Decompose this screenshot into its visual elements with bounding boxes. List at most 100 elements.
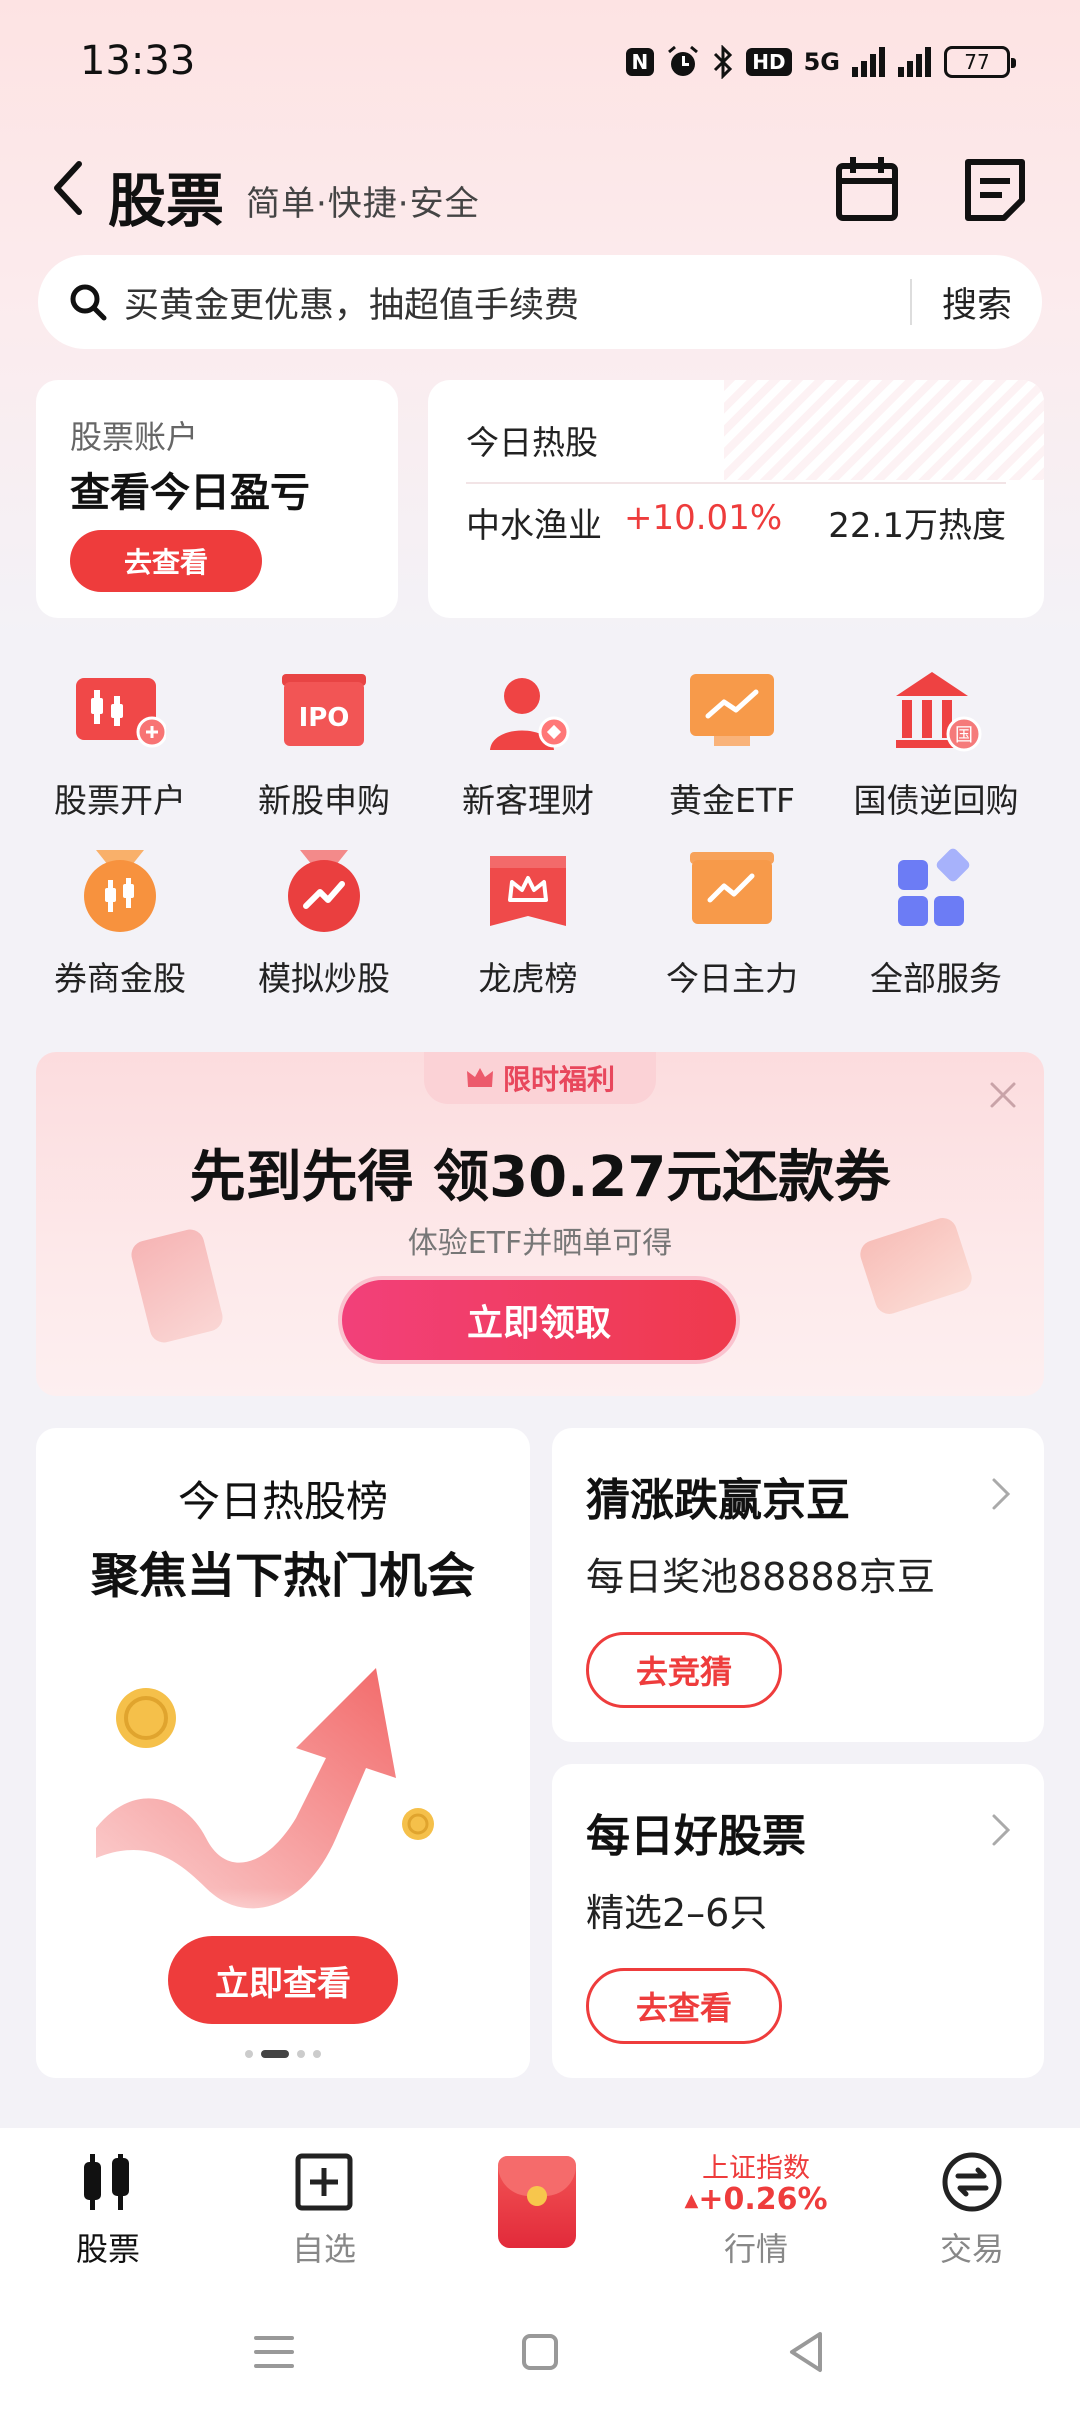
service-label: 新客理财 [462, 781, 594, 820]
add-box-icon [295, 2153, 353, 2211]
service-label: 龙虎榜 [478, 959, 578, 998]
hot-divider [466, 482, 1006, 484]
service-new-user[interactable]: 新客理财 [426, 660, 630, 830]
promo-banner[interactable]: 限时福利 先到先得 领30.27元还款券 体验ETF并晒单可得 立即领取 [36, 1052, 1044, 1396]
signal-icon [852, 47, 885, 77]
back-button[interactable] [42, 158, 92, 218]
service-label: 模拟炒股 [258, 959, 390, 998]
account-card[interactable]: 股票账户 查看今日盈亏 去查看 [36, 380, 398, 618]
main-force-icon [690, 852, 774, 924]
ipo-icon-text: IPO [299, 703, 350, 733]
system-nav-bar [0, 2292, 1080, 2412]
service-label: 股票开户 [54, 781, 186, 820]
promo-subtitle: 体验ETF并晒单可得 [407, 1226, 673, 1261]
chevron-right-icon [992, 1814, 1011, 1846]
hot-stock-change: +10.01% [624, 498, 783, 538]
note-icon [965, 159, 1025, 221]
account-label: 股票账户 [70, 418, 199, 456]
services-grid: 股票开户 IPO 新股申购 新客理财 黄金ETF 国 国债逆回购 券商金股 模拟… [18, 660, 1062, 1010]
guess-card[interactable]: 猜涨跌赢京豆 每日奖池88888京豆 去竞猜 [552, 1428, 1044, 1742]
gold-etf-icon [690, 674, 774, 746]
nav-red-packet[interactable] [432, 2128, 648, 2292]
ipo-icon: IPO [282, 674, 366, 746]
service-dragon-tiger[interactable]: 龙虎榜 [426, 838, 630, 1008]
search-button[interactable]: 搜索 [912, 277, 1042, 328]
exchange-icon [942, 2152, 1002, 2212]
daily-view-button[interactable]: 去查看 [586, 1968, 782, 2044]
stocks-icon [84, 2154, 129, 2210]
nav-label: 行情 [723, 2230, 788, 2268]
service-simulation[interactable]: 模拟炒股 [222, 838, 426, 1008]
close-icon[interactable] [986, 1078, 1020, 1112]
page-title: 股票 [108, 167, 225, 235]
page-header: 股票 简单·快捷·安全 [0, 140, 1080, 240]
nav-trade[interactable]: 交易 [864, 2128, 1080, 2292]
chevron-right-icon [992, 1478, 1011, 1510]
calendar-button[interactable] [834, 154, 900, 224]
nav-label: 自选 [291, 2230, 356, 2268]
service-gold-etf[interactable]: 黄金ETF [630, 660, 834, 830]
repo-icon-text: 国 [955, 725, 973, 746]
service-label: 国债逆回购 [853, 781, 1019, 820]
market-change-value: +0.26% [698, 2182, 828, 2217]
service-all[interactable]: 全部服务 [834, 838, 1038, 1008]
service-broker-gold[interactable]: 券商金股 [18, 838, 222, 1008]
view-now-button[interactable]: 立即查看 [168, 1936, 398, 2024]
up-arrow-icon: ▲ [684, 2190, 699, 2211]
search-icon [70, 284, 107, 321]
guess-button[interactable]: 去竞猜 [586, 1632, 782, 1708]
home-icon[interactable] [510, 2322, 570, 2382]
account-title: 查看今日盈亏 [70, 470, 310, 516]
status-time: 13:33 [80, 38, 196, 84]
nav-watchlist[interactable]: 自选 [216, 2128, 432, 2292]
network-type: 5G [803, 48, 840, 76]
red-packet-seal [527, 2186, 547, 2206]
search-bar[interactable]: 买黄金更优惠，抽超值手续费 搜索 [38, 255, 1042, 349]
account-open-icon [76, 678, 166, 748]
hot-stock-card[interactable]: 今日热股 中水渔业 +10.01% 22.1万热度 [428, 380, 1044, 618]
hot-stock-name: 中水渔业 [466, 506, 602, 546]
nav-label: 股票 [75, 2230, 140, 2268]
promo-title: 先到先得 领30.27元还款券 [189, 1145, 891, 1210]
service-repo[interactable]: 国 国债逆回购 [834, 660, 1038, 830]
status-bar: 13:33 N HD 5G 77 [0, 0, 1080, 120]
carousel-dot [313, 2050, 321, 2058]
menu-icon[interactable] [244, 2322, 304, 2382]
carousel-dot [245, 2050, 253, 2058]
search-input[interactable]: 买黄金更优惠，抽超值手续费 [124, 277, 910, 328]
crown-icon [490, 856, 566, 926]
hd-icon: HD [746, 48, 792, 76]
notes-button[interactable] [962, 154, 1028, 224]
promo-tag-text: 限时福利 [502, 1063, 615, 1096]
signal-2-icon [898, 47, 931, 77]
hot-stock-heat: 22.1万热度 [828, 506, 1006, 546]
service-label: 全部服务 [870, 959, 1002, 998]
nav-market[interactable]: 上证指数 ▲+0.26% 行情 [648, 2128, 864, 2292]
hot-rank-card[interactable]: 今日热股榜 聚焦当下热门机会 立即查看 [36, 1428, 530, 2078]
red-packet-icon [498, 2156, 576, 2248]
guess-subtitle: 每日奖池88888京豆 [586, 1555, 935, 1599]
hot-card-pattern [724, 380, 1044, 480]
nav-stocks[interactable]: 股票 [0, 2128, 216, 2292]
daily-subtitle: 精选2–6只 [586, 1891, 768, 1935]
market-index-change: ▲+0.26% [648, 2182, 864, 2217]
service-account-open[interactable]: 股票开户 [18, 660, 222, 830]
view-account-button[interactable]: 去查看 [70, 530, 262, 592]
status-icons: N HD 5G 77 [625, 42, 1016, 82]
service-ipo[interactable]: IPO 新股申购 [222, 660, 426, 830]
market-index-name: 上证指数 [702, 2153, 810, 2184]
page-subtitle: 简单·快捷·安全 [246, 184, 480, 224]
gold-medal-icon [84, 850, 156, 932]
back-triangle-icon[interactable] [776, 2322, 836, 2382]
all-services-icon [898, 848, 970, 926]
hot-title: 今日热股 [466, 423, 598, 462]
daily-stock-card[interactable]: 每日好股票 精选2–6只 去查看 [552, 1764, 1044, 2078]
guess-title: 猜涨跌赢京豆 [586, 1475, 850, 1526]
calendar-icon [836, 157, 898, 221]
new-user-icon [490, 678, 570, 750]
service-main-force[interactable]: 今日主力 [630, 838, 834, 1008]
carousel-dot [297, 2050, 305, 2058]
bluetooth-icon [714, 45, 733, 79]
service-label: 券商金股 [54, 959, 186, 998]
claim-button[interactable]: 立即领取 [338, 1276, 740, 1364]
